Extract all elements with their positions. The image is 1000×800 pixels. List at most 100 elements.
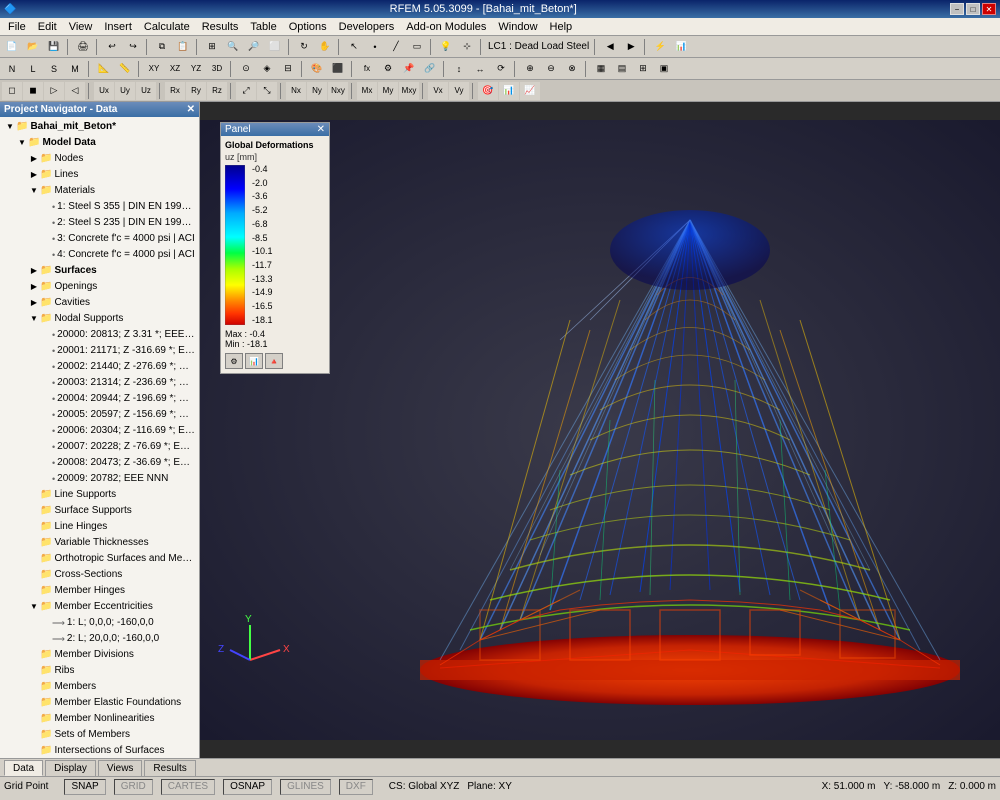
- tb3-3[interactable]: ▷: [44, 82, 64, 100]
- menu-item-help[interactable]: Help: [544, 20, 579, 34]
- tree-item[interactable]: ▶📁Nodes: [2, 151, 197, 167]
- menu-item-file[interactable]: File: [2, 20, 32, 34]
- rotate-btn[interactable]: ↻: [294, 38, 314, 56]
- tree-item[interactable]: •20005: 20597; Z -156.69 *; EEE N: [2, 407, 197, 423]
- tree-item[interactable]: •20007: 20228; Z -76.69 *; EEE Ni: [2, 439, 197, 455]
- tree-item[interactable]: ▶📁Openings: [2, 279, 197, 295]
- panel-filter-btn[interactable]: 🔺: [265, 353, 283, 369]
- tb3-9[interactable]: Ry: [186, 82, 206, 100]
- tb2-22[interactable]: ⊕: [520, 60, 540, 78]
- dxf-indicator[interactable]: DXF: [339, 779, 373, 795]
- viewport[interactable]: X Y Z Panel ✕ Global Deformations uz [mm…: [200, 102, 1000, 758]
- tb2-6[interactable]: 📏: [115, 60, 135, 78]
- snap-indicator[interactable]: SNAP: [64, 779, 105, 795]
- tree-item[interactable]: •3: Concrete f'c = 4000 psi | ACI: [2, 231, 197, 247]
- minimize-button[interactable]: −: [950, 3, 964, 15]
- tree-item[interactable]: ▼📁Member Eccentricities: [2, 599, 197, 615]
- zoom-all[interactable]: ⊞: [202, 38, 222, 56]
- tree-item[interactable]: 📁Member Nonlinearities: [2, 711, 197, 727]
- tree-item[interactable]: ▼📁Nodal Supports: [2, 311, 197, 327]
- tb2-19[interactable]: ↕: [449, 60, 469, 78]
- tree-item[interactable]: ▶📁Cavities: [2, 295, 197, 311]
- zoom-in[interactable]: 🔍: [223, 38, 243, 56]
- view-xy[interactable]: XY: [144, 60, 164, 78]
- tree-item[interactable]: •2: Steel S 235 | DIN EN 1993-1-...: [2, 215, 197, 231]
- tb2-21[interactable]: ⟳: [491, 60, 511, 78]
- menu-item-edit[interactable]: Edit: [32, 20, 63, 34]
- zoom-window[interactable]: ⬜: [265, 38, 285, 56]
- tb2-18[interactable]: 🔗: [420, 60, 440, 78]
- tree-item[interactable]: •20003: 21314; Z -236.69 *; EEE N: [2, 375, 197, 391]
- tb3-7[interactable]: Uz: [136, 82, 156, 100]
- tree-item[interactable]: 📁Orthotropic Surfaces and Membra: [2, 551, 197, 567]
- grid-indicator[interactable]: GRID: [114, 779, 153, 795]
- tb3-4[interactable]: ◁: [65, 82, 85, 100]
- tree-item[interactable]: 📁Member Divisions: [2, 647, 197, 663]
- tree-item[interactable]: 📁Member Elastic Foundations: [2, 695, 197, 711]
- pan-btn[interactable]: ✋: [315, 38, 335, 56]
- tb3-11[interactable]: ⤢: [236, 82, 256, 100]
- tb3-17[interactable]: My: [378, 82, 398, 100]
- tb2-1[interactable]: N: [2, 60, 22, 78]
- view-xz[interactable]: XZ: [165, 60, 185, 78]
- undo-btn[interactable]: ↩: [102, 38, 122, 56]
- tb2-16[interactable]: ⚙: [378, 60, 398, 78]
- new-btn[interactable]: 📄: [2, 38, 22, 56]
- tb2-17[interactable]: 📌: [399, 60, 419, 78]
- tb3-8[interactable]: Rx: [165, 82, 185, 100]
- menu-item-add-on-modules[interactable]: Add-on Modules: [400, 20, 492, 34]
- redo-btn[interactable]: ↪: [123, 38, 143, 56]
- tb3-2[interactable]: ◼: [23, 82, 43, 100]
- glines-indicator[interactable]: GLINES: [280, 779, 331, 795]
- tb2-3[interactable]: S: [44, 60, 64, 78]
- tab-results[interactable]: Results: [144, 760, 195, 776]
- arrow-prev[interactable]: ◀: [600, 38, 620, 56]
- tree-item[interactable]: 📁Surface Supports: [2, 503, 197, 519]
- tree-item[interactable]: •1: Steel S 355 | DIN EN 1993-1-...: [2, 199, 197, 215]
- tb3-10[interactable]: Rz: [207, 82, 227, 100]
- line-btn[interactable]: ╱: [386, 38, 406, 56]
- tree-item[interactable]: 📁Line Hinges: [2, 519, 197, 535]
- tb3-1[interactable]: ◻: [2, 82, 22, 100]
- tree-item[interactable]: •20004: 20944; Z -196.69 *; EEE N: [2, 391, 197, 407]
- tree-item[interactable]: 📁Intersections of Surfaces: [2, 743, 197, 758]
- zoom-out[interactable]: 🔎: [244, 38, 264, 56]
- render-btn[interactable]: 💡: [436, 38, 456, 56]
- menu-item-developers[interactable]: Developers: [333, 20, 401, 34]
- panel-close-button[interactable]: ✕: [317, 124, 325, 135]
- tree-item[interactable]: 📁Cross-Sections: [2, 567, 197, 583]
- cartes-indicator[interactable]: CARTES: [161, 779, 215, 795]
- menu-item-results[interactable]: Results: [196, 20, 245, 34]
- result-btn[interactable]: 📊: [671, 38, 691, 56]
- menu-item-insert[interactable]: Insert: [98, 20, 138, 34]
- tb3-21[interactable]: 🎯: [478, 82, 498, 100]
- tree-item[interactable]: 📁Members: [2, 679, 197, 695]
- panel-settings-btn[interactable]: ⚙: [225, 353, 243, 369]
- tb3-23[interactable]: 📈: [520, 82, 540, 100]
- tree-item[interactable]: ▶📁Lines: [2, 167, 197, 183]
- tb2-25[interactable]: ▦: [591, 60, 611, 78]
- mesh-btn[interactable]: ⊹: [457, 38, 477, 56]
- tb3-12[interactable]: ⤡: [257, 82, 277, 100]
- osnap-indicator[interactable]: OSNAP: [223, 779, 272, 795]
- surface-btn[interactable]: ▭: [407, 38, 427, 56]
- tree-item[interactable]: 📁Member Hinges: [2, 583, 197, 599]
- close-button[interactable]: ✕: [982, 3, 996, 15]
- view-3d[interactable]: 3D: [207, 60, 227, 78]
- sidebar-close-button[interactable]: ✕: [187, 104, 195, 115]
- tree-item[interactable]: •20000: 20813; Z 3.31 *; EEE NNN: [2, 327, 197, 343]
- tb2-13[interactable]: 🎨: [307, 60, 327, 78]
- tree-item[interactable]: •20006: 20304; Z -116.69 *; EEE N: [2, 423, 197, 439]
- tb3-5[interactable]: Ux: [94, 82, 114, 100]
- tree-item[interactable]: ▼📁Materials: [2, 183, 197, 199]
- menu-item-window[interactable]: Window: [492, 20, 543, 34]
- select-btn[interactable]: ↖: [344, 38, 364, 56]
- tb2-14[interactable]: ⬛: [328, 60, 348, 78]
- tb2-11[interactable]: ◈: [257, 60, 277, 78]
- tree-item[interactable]: ▶📁Surfaces: [2, 263, 197, 279]
- calc-btn[interactable]: ⚡: [650, 38, 670, 56]
- tb3-18[interactable]: Mxy: [399, 82, 419, 100]
- tb2-12[interactable]: ⊟: [278, 60, 298, 78]
- tree-item[interactable]: ⟶2: L; 20,0,0; -160,0,0: [2, 631, 197, 647]
- tree-item[interactable]: ⟶1: L; 0,0,0; -160,0,0: [2, 615, 197, 631]
